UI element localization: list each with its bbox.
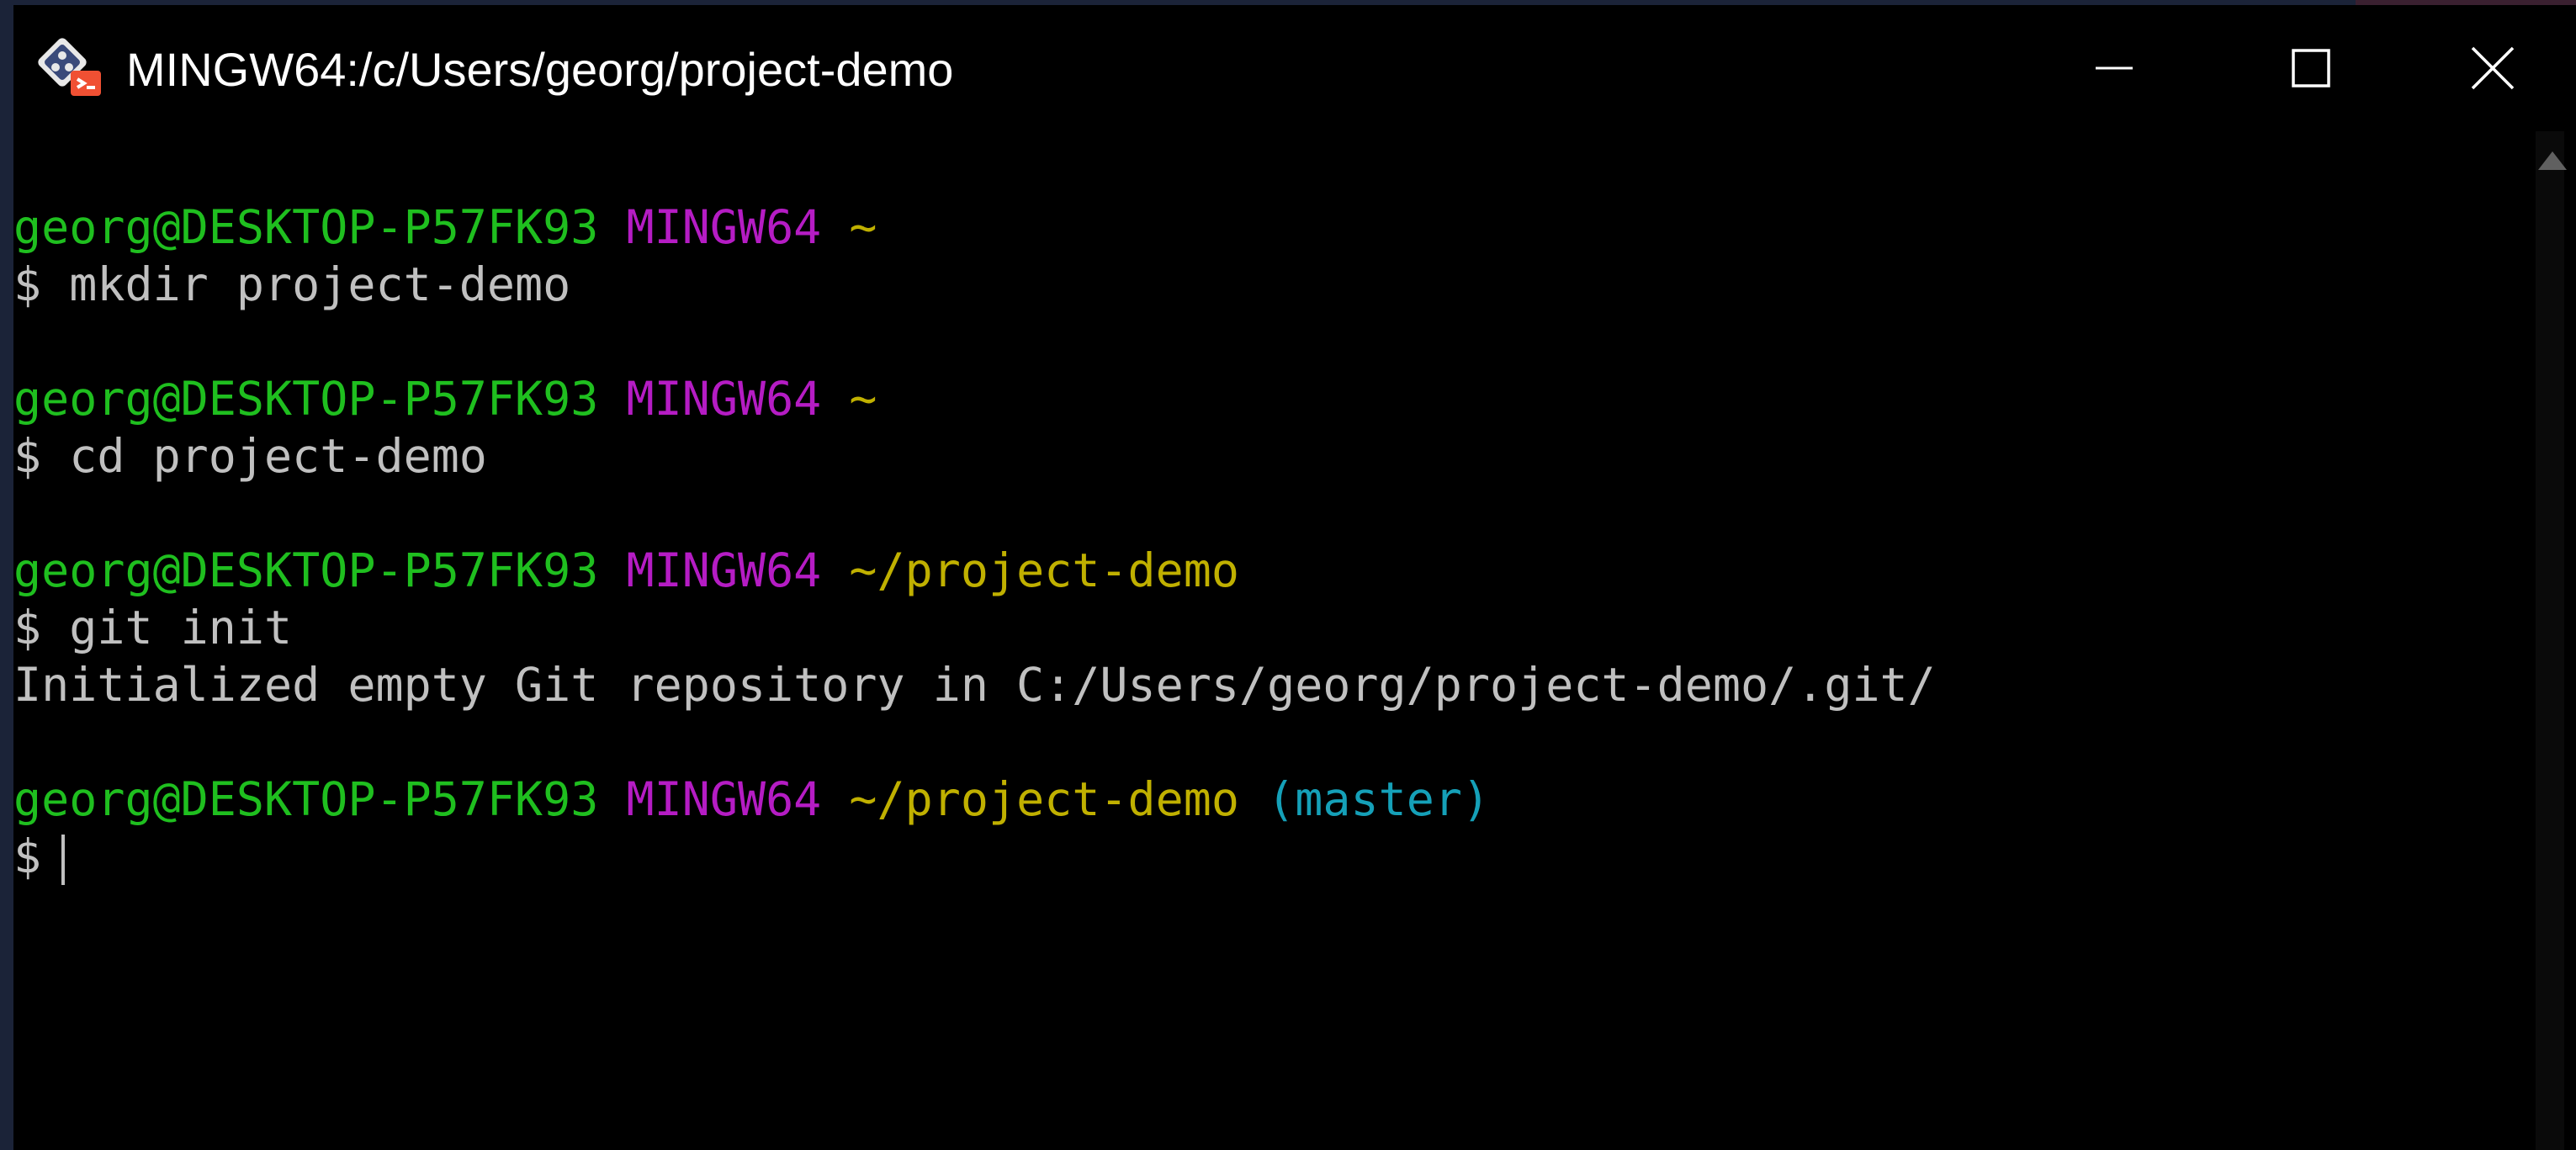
vertical-scrollbar[interactable]	[2524, 131, 2576, 1150]
text-cursor	[61, 834, 66, 885]
prompt-line: georg@DESKTOP-P57FK93 MINGW64 ~/project-…	[13, 771, 1490, 828]
command-text: $ git init	[13, 601, 293, 654]
prompt-system: MINGW64	[626, 543, 822, 597]
command-text: $ mkdir project-demo	[13, 257, 571, 311]
scroll-track[interactable]	[2536, 131, 2564, 1150]
prompt-line: georg@DESKTOP-P57FK93 MINGW64 ~/project-…	[13, 542, 1239, 599]
output-text: Initialized empty Git repository in C:/U…	[13, 658, 1936, 712]
terminal-output[interactable]: georg@DESKTOP-P57FK93 MINGW64 ~ $ mkdir …	[13, 131, 2524, 1150]
close-button[interactable]	[2409, 5, 2576, 131]
prompt-branch: (master)	[1267, 772, 1491, 826]
git-bash-icon[interactable]	[37, 37, 103, 103]
minimize-button[interactable]	[2016, 5, 2213, 131]
prompt-path: ~	[849, 200, 877, 254]
prompt-user: georg@DESKTOP-P57FK93	[13, 200, 599, 254]
maximize-button[interactable]	[2213, 5, 2409, 131]
prompt-system: MINGW64	[626, 200, 822, 254]
active-command-line[interactable]: $	[13, 828, 66, 885]
prompt-user: georg@DESKTOP-P57FK93	[13, 772, 599, 826]
output-line: Initialized empty Git repository in C:/U…	[13, 656, 1936, 713]
prompt-line: georg@DESKTOP-P57FK93 MINGW64 ~	[13, 199, 877, 256]
prompt-path: ~/project-demo	[849, 772, 1240, 826]
command-line: $ mkdir project-demo	[13, 256, 570, 313]
title-bar[interactable]: MINGW64:/c/Users/georg/project-demo	[13, 5, 2576, 131]
maximize-icon	[2292, 49, 2330, 87]
close-icon	[2471, 46, 2515, 90]
scroll-up-arrow-icon[interactable]	[2538, 151, 2567, 170]
terminal-window: MINGW64:/c/Users/georg/project-demo geor…	[13, 5, 2576, 1150]
prompt-system: MINGW64	[626, 372, 822, 426]
prompt-symbol: $	[13, 829, 42, 883]
command-line: $ cd project-demo	[13, 427, 487, 485]
command-text: $ cd project-demo	[13, 429, 487, 483]
prompt-path: ~/project-demo	[849, 543, 1240, 597]
window-title: MINGW64:/c/Users/georg/project-demo	[126, 43, 954, 96]
prompt-path: ~	[849, 372, 877, 426]
prompt-user: georg@DESKTOP-P57FK93	[13, 372, 599, 426]
minimize-icon	[2096, 66, 2133, 70]
prompt-user: georg@DESKTOP-P57FK93	[13, 543, 599, 597]
prompt-line: georg@DESKTOP-P57FK93 MINGW64 ~	[13, 370, 877, 427]
command-line: $ git init	[13, 599, 292, 656]
prompt-system: MINGW64	[626, 772, 822, 826]
